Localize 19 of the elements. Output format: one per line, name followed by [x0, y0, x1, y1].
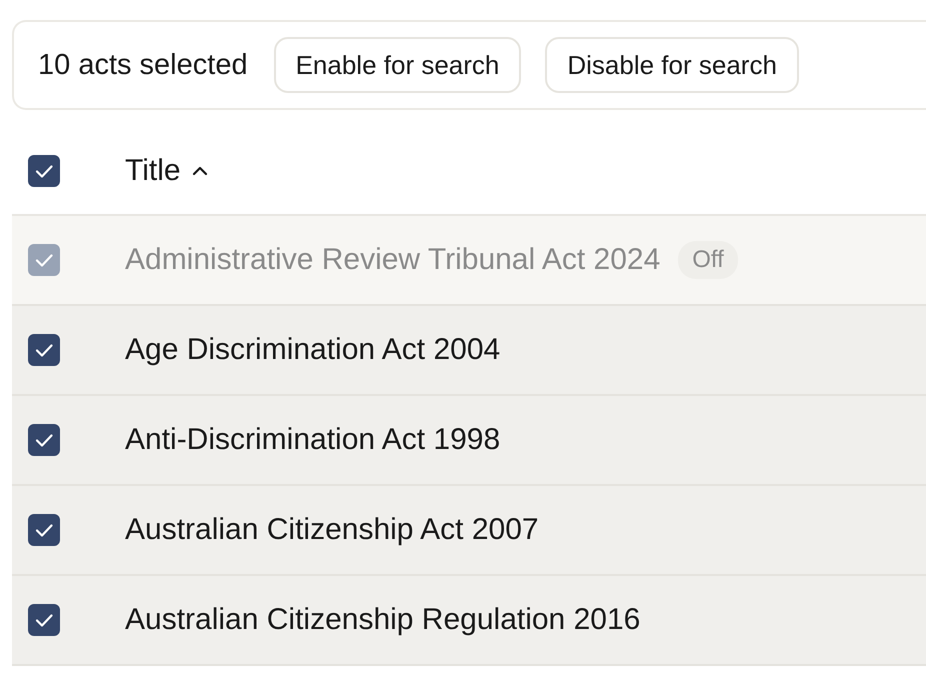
- act-title: Age Discrimination Act 2004: [125, 333, 500, 367]
- table-row[interactable]: Anti-Discrimination Act 1998: [12, 396, 926, 486]
- checkbox[interactable]: [28, 424, 60, 456]
- toolbar-button[interactable]: Enable for search: [274, 37, 522, 93]
- table-row[interactable]: Australian Citizenship Regulation 2016: [12, 576, 926, 666]
- checkbox[interactable]: [28, 514, 60, 546]
- selection-count: 10 acts selected: [38, 48, 248, 82]
- act-title: Australian Citizenship Regulation 2016: [125, 603, 640, 637]
- act-title: Australian Citizenship Act 2007: [125, 513, 539, 547]
- checkbox[interactable]: [28, 334, 60, 366]
- checkbox[interactable]: [28, 604, 60, 636]
- toolbar-button[interactable]: Disable for search: [545, 37, 799, 93]
- act-title: Administrative Review Tribunal Act 2024: [125, 243, 660, 277]
- table-row[interactable]: Australian Citizenship Act 2007: [12, 486, 926, 576]
- act-title: Anti-Discrimination Act 1998: [125, 423, 500, 457]
- column-header[interactable]: Title: [125, 154, 209, 188]
- table-row[interactable]: Age Discrimination Act 2004: [12, 306, 926, 396]
- checkbox[interactable]: [28, 155, 60, 187]
- status-badge: Off: [678, 241, 738, 279]
